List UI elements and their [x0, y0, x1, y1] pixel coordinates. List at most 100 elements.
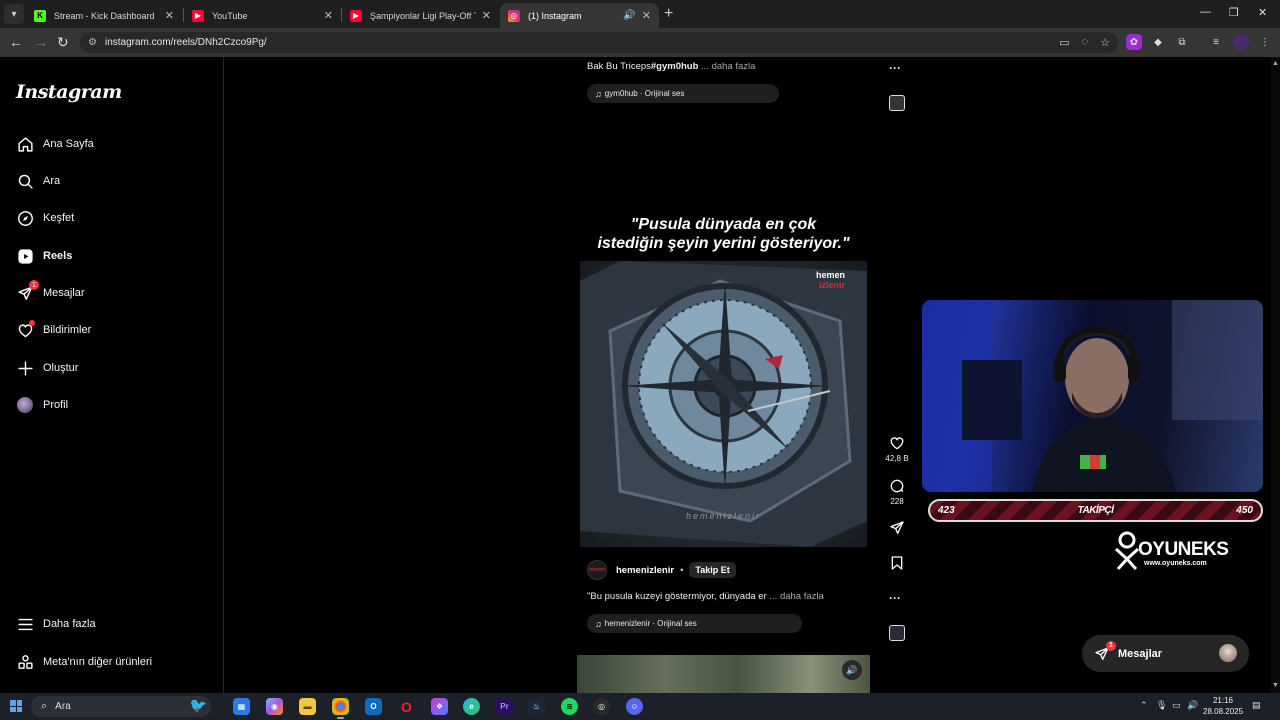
tab-kick-dashboard[interactable]: K Stream - Kick Dashboard ✕ — [26, 3, 182, 28]
close-window-button[interactable]: ✕ — [1258, 6, 1267, 19]
obs-icon[interactable]: ◎ — [593, 698, 610, 715]
app-icon[interactable]: ❖ — [431, 698, 448, 715]
network-icon[interactable]: ▭ — [1172, 700, 1181, 711]
discord-icon[interactable]: ☺ — [626, 698, 643, 715]
copilot-icon[interactable]: ◉ — [266, 698, 283, 715]
nav-reels[interactable]: Reels — [16, 243, 72, 269]
extensions-puzzle-icon[interactable]: ⧉ — [1174, 34, 1190, 50]
tab-search-button[interactable]: ▾ — [4, 4, 24, 24]
steam-icon[interactable]: ♨ — [528, 698, 545, 715]
opera-icon[interactable]: O — [398, 698, 415, 715]
reel-caption[interactable]: "Bu pusula kuzeyi göstermiyor, dünyada e… — [587, 591, 824, 602]
back-button[interactable]: ← — [9, 34, 23, 50]
nav-messages[interactable]: 1 Mesajlar — [16, 280, 85, 306]
extension-diamond-icon[interactable]: ◆ — [1150, 34, 1166, 50]
nav-profile[interactable]: Profil — [16, 392, 68, 418]
more-link[interactable]: ... daha fazla — [767, 591, 823, 602]
speaker-icon[interactable]: 🔊 — [623, 10, 635, 21]
outlook-icon[interactable]: O — [365, 698, 382, 715]
share-button[interactable] — [889, 520, 905, 536]
more-link[interactable]: ... daha fazla — [698, 61, 755, 72]
author-name[interactable]: hemenizlenir — [616, 565, 674, 576]
close-icon[interactable]: ✕ — [165, 9, 174, 22]
extension-icon[interactable]: ✿ — [1126, 34, 1142, 50]
heart-icon — [890, 437, 904, 450]
nav-explore[interactable]: Keşfet — [16, 205, 74, 231]
file-explorer-icon[interactable]: ▬ — [299, 698, 316, 715]
prev-more-options[interactable]: ··· — [889, 61, 901, 75]
instagram-icon: ◎ — [508, 9, 520, 22]
close-icon[interactable]: ✕ — [642, 9, 651, 22]
nav-meta-products[interactable]: Meta'nın diğer ürünleri — [16, 649, 152, 675]
cast-icon[interactable]: ▭ — [1059, 36, 1069, 49]
forward-button[interactable]: → — [34, 34, 48, 50]
tab-instagram[interactable]: ◎ (1) Instagram 🔊 ✕ — [500, 3, 659, 28]
reel-audio[interactable]: ♫ hemenizlenir · Orijinal ses — [587, 614, 802, 633]
page-scrollbar[interactable] — [1271, 57, 1280, 693]
minimize-button[interactable]: — — [1200, 6, 1211, 18]
plus-icon — [16, 359, 34, 377]
address-bar[interactable]: ⚙ instagram.com/reels/DNh2Czco9Pg/ ▭ ◌ ☆ — [80, 32, 1118, 53]
bottom-watermark: hemenizlenir — [685, 511, 762, 521]
tab-youtube[interactable]: ▶ YouTube ✕ — [184, 3, 341, 28]
edge-icon[interactable]: e — [463, 698, 480, 715]
heart-icon — [16, 320, 35, 339]
instagram-logo[interactable]: Instagram — [16, 81, 122, 103]
webcam-overlay — [922, 300, 1263, 492]
follower-goal-bar: 423 TAKİPÇİ 450 — [928, 499, 1263, 522]
comment-button[interactable]: 228 — [883, 478, 911, 506]
chrome-icon[interactable] — [332, 698, 349, 719]
follow-button[interactable]: Takip Et — [689, 562, 736, 578]
nav-search[interactable]: Ara — [16, 168, 60, 194]
messages-badge: 1 — [29, 280, 39, 290]
browser-menu-icon[interactable]: ⋮ — [1257, 34, 1273, 50]
save-button[interactable] — [889, 555, 905, 571]
site-info-icon[interactable]: ⚙ — [88, 37, 97, 48]
nav-home[interactable]: Ana Sayfa — [16, 131, 94, 157]
restore-button[interactable]: ❐ — [1229, 6, 1239, 19]
brand-url: www.oyuneks.com — [1144, 560, 1207, 567]
close-icon[interactable]: ✕ — [324, 9, 333, 22]
compass-icon — [16, 209, 34, 227]
notification-center-icon[interactable]: ▤ — [1252, 700, 1261, 711]
profile-avatar[interactable] — [1233, 34, 1249, 50]
windows-start-button[interactable] — [10, 700, 22, 712]
like-button[interactable]: 42,8 B — [883, 435, 911, 463]
author-avatar[interactable]: hemen — [587, 560, 607, 580]
scroll-down-arrow-icon[interactable]: ▼ — [1272, 682, 1279, 689]
microphone-icon[interactable]: 🎙 — [1156, 700, 1167, 711]
nav-create[interactable]: Oluştur — [16, 355, 78, 381]
prev-reel-caption[interactable]: Bak Bu Triceps#gym0hub ... daha fazla — [587, 61, 755, 72]
tray-overflow-icon[interactable]: ⌃ — [1140, 700, 1148, 711]
close-icon[interactable]: ✕ — [482, 9, 491, 22]
more-options-button[interactable]: ··· — [889, 591, 901, 605]
eye-off-icon[interactable]: ◌ — [1082, 36, 1089, 49]
prev-audio-thumb[interactable] — [889, 95, 905, 111]
reading-list-icon[interactable]: ≡ — [1208, 34, 1224, 50]
messages-badge: 1 — [1106, 640, 1116, 651]
new-tab-button[interactable]: + — [664, 5, 673, 23]
premiere-icon[interactable]: Pr — [496, 698, 513, 715]
scroll-up-arrow-icon[interactable]: ▲ — [1272, 60, 1279, 67]
taskbar-search[interactable]: ⌕ Ara 🐦 — [31, 696, 211, 717]
next-reel-preview[interactable]: 🔊 — [577, 655, 870, 693]
avatar-icon — [16, 396, 34, 414]
bookmark-star-icon[interactable]: ☆ — [1100, 36, 1110, 49]
prev-reel-audio[interactable]: ♫ gym0hub · Orijinal ses — [587, 84, 779, 103]
taskbar-clock[interactable]: 21:16 28.08.2025 — [1203, 695, 1243, 717]
nav-notifications[interactable]: Bildirimler — [16, 317, 91, 343]
store-icon[interactable]: ▦ — [233, 698, 250, 715]
video-quote: "Pusula dünyada en çok istediğin şeyin y… — [597, 216, 850, 252]
chevron-down-icon: ▾ — [11, 8, 17, 20]
reel-audio-thumb[interactable] — [889, 625, 905, 641]
spotify-icon[interactable]: ≋ — [561, 698, 578, 715]
reload-button[interactable]: ↻ — [57, 34, 69, 50]
music-note-icon: ♫ — [595, 618, 602, 629]
messages-pill[interactable]: 1 Mesajlar — [1082, 635, 1249, 672]
nav-more[interactable]: Daha fazla — [16, 611, 96, 637]
speaker-icon[interactable]: 🔊 — [842, 660, 862, 680]
volume-icon[interactable]: 🔊 — [1187, 700, 1198, 711]
hashtag-link[interactable]: #gym0hub — [651, 61, 699, 72]
tab-champions-league[interactable]: ▶ Şampiyonlar Ligi Play-Off Turu ✕ — [342, 3, 499, 28]
reel-video[interactable]: 🔊 "Pusula dünyada en çok istediğin şeyin… — [577, 172, 870, 550]
